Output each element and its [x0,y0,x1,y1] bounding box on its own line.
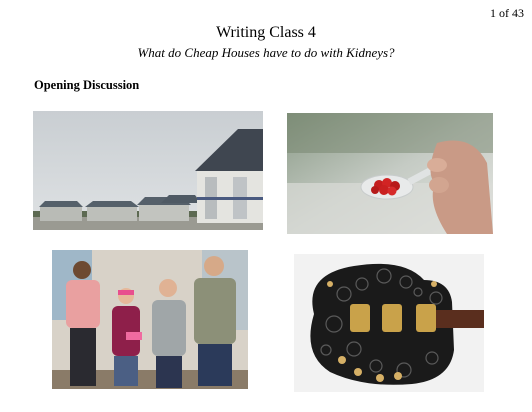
group-photo [52,250,248,389]
page-counter: 1 of 43 [490,6,524,20]
page-subtitle: What do Cheap Houses have to do with Kid… [137,45,395,60]
printed-guitar-photo [294,254,484,392]
section-heading: Opening Discussion [34,78,140,92]
houses-photo [33,111,263,230]
gel-spoon-photo [287,113,493,234]
page-title: Writing Class 4 [216,24,316,41]
